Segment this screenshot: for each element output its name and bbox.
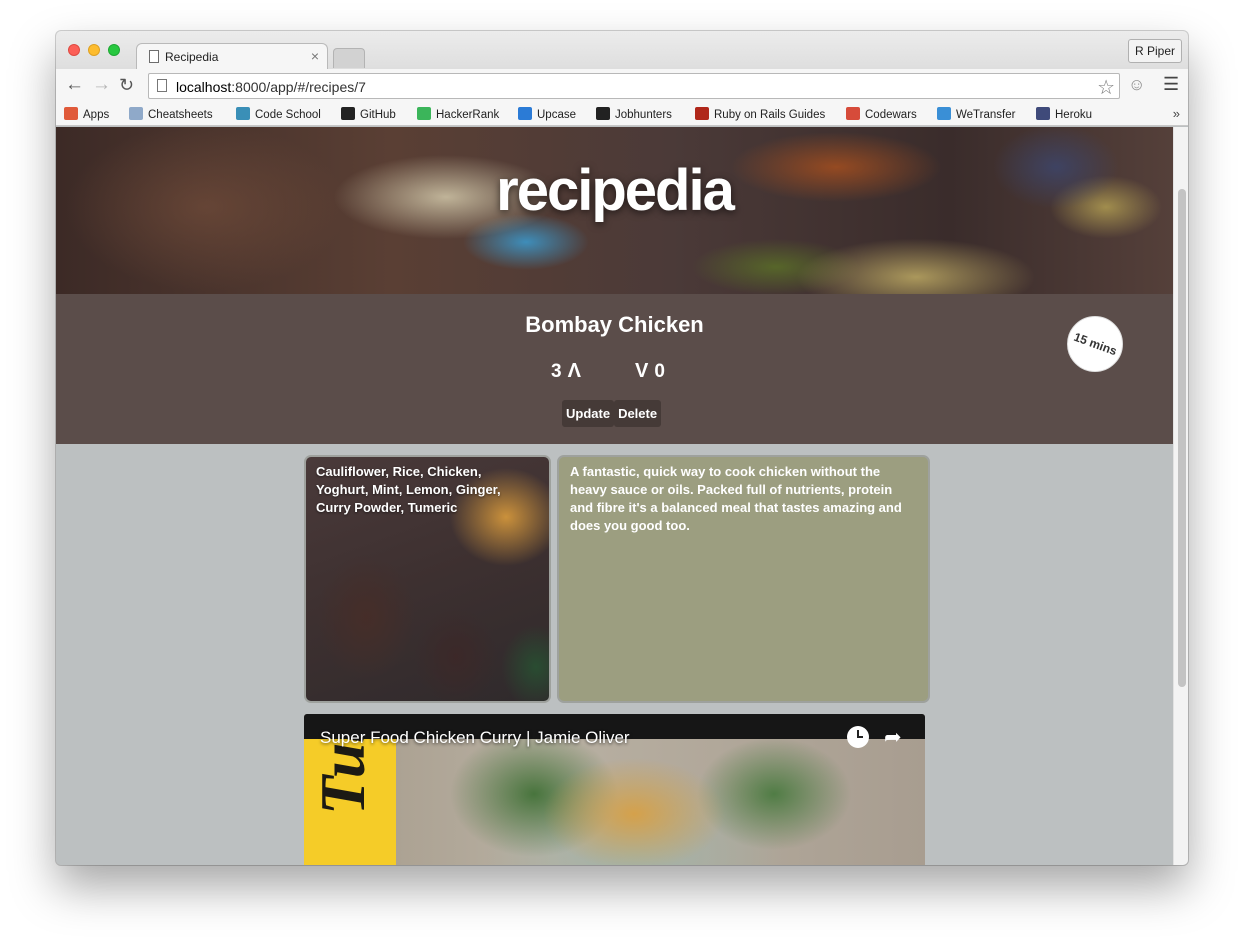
url-host: localhost bbox=[176, 79, 232, 95]
cook-time-badge: 15 mins bbox=[1067, 316, 1123, 372]
bookmark-label: Codewars bbox=[865, 109, 917, 121]
video-side-text: Tube bbox=[307, 739, 378, 815]
site-logo[interactable]: recipedia bbox=[56, 157, 1173, 224]
apps-grid-icon bbox=[64, 107, 78, 120]
bookmark-item[interactable]: Upcase bbox=[518, 107, 576, 122]
browser-toolbar: ← → ↻ localhost:8000/app/#/recipes/7 ☆ ☺… bbox=[56, 69, 1188, 103]
vertical-scrollbar[interactable] bbox=[1173, 127, 1188, 865]
new-tab-button[interactable] bbox=[333, 48, 365, 68]
bookmark-label: GitHub bbox=[360, 109, 396, 121]
code-school-icon bbox=[236, 107, 250, 120]
bookmark-item[interactable]: GitHub bbox=[341, 107, 396, 122]
cook-time-label: 15 mins bbox=[1071, 329, 1119, 359]
bookmark-item[interactable]: Apps bbox=[64, 107, 109, 122]
browser-tab[interactable]: Recipedia × bbox=[136, 43, 328, 70]
menu-icon[interactable]: ☰ bbox=[1163, 74, 1179, 95]
bookmark-label: Ruby on Rails Guides bbox=[714, 109, 826, 121]
upvote-group: 3Λ bbox=[551, 360, 581, 383]
ingredients-text: Cauliflower, Rice, Chicken, Yoghurt, Min… bbox=[316, 464, 501, 515]
bookmark-label: Apps bbox=[83, 109, 110, 121]
tab-strip: Recipedia × R Piper bbox=[56, 31, 1188, 70]
forward-arrow-icon[interactable]: → bbox=[92, 73, 111, 97]
window-close-button[interactable] bbox=[68, 44, 80, 56]
bookmark-item[interactable]: Ruby on Rails Guides bbox=[695, 107, 825, 122]
bookmark-item[interactable]: Codewars bbox=[846, 107, 917, 122]
description-text: A fantastic, quick way to cook chicken w… bbox=[570, 464, 902, 533]
bookmark-star-icon[interactable]: ☆ bbox=[1097, 75, 1115, 100]
extension-icon[interactable]: ☺ bbox=[1128, 75, 1145, 95]
update-button[interactable]: Update bbox=[562, 400, 615, 427]
bookmark-item[interactable]: Jobhunters bbox=[596, 107, 672, 122]
heroku-icon bbox=[1036, 107, 1050, 120]
bookmark-label: WeTransfer bbox=[956, 109, 1016, 121]
github-icon bbox=[596, 107, 610, 120]
bookmark-label: Code School bbox=[255, 109, 321, 121]
ingredients-card: Cauliflower, Rice, Chicken, Yoghurt, Min… bbox=[304, 455, 551, 703]
scrollbar-thumb[interactable] bbox=[1178, 189, 1186, 687]
video-title[interactable]: Super Food Chicken Curry | Jamie Oliver bbox=[320, 728, 630, 748]
video-side-banner: Tube bbox=[304, 739, 396, 865]
recipe-header: Bombay Chicken 3Λ V0 Update Delete 15 min… bbox=[56, 294, 1173, 444]
delete-button[interactable]: Delete bbox=[614, 400, 662, 427]
bookmarks-bar: Apps Cheatsheets Code School GitHub HackerRa… bbox=[56, 103, 1188, 126]
browser-window: Recipedia × R Piper ← → ↻ localhost:8000… bbox=[56, 31, 1188, 865]
recipe-actions: Update Delete bbox=[562, 400, 662, 427]
downvote-count: 0 bbox=[654, 361, 665, 382]
address-bar[interactable]: localhost:8000/app/#/recipes/7 ☆ bbox=[148, 73, 1120, 99]
codewars-icon bbox=[846, 107, 860, 120]
bookmark-label: Jobhunters bbox=[615, 109, 672, 121]
profile-button[interactable]: R Piper bbox=[1128, 39, 1182, 63]
bookmark-item[interactable]: WeTransfer bbox=[937, 107, 1015, 122]
upvote-chevron-icon[interactable]: Λ bbox=[568, 360, 581, 383]
page-viewport: recipedia Bombay Chicken 3Λ V0 Update Del… bbox=[56, 127, 1173, 865]
bookmark-label: Cheatsheets bbox=[148, 109, 213, 121]
upvote-count: 3 bbox=[551, 361, 562, 382]
url-text[interactable]: localhost:8000/app/#/recipes/7 bbox=[176, 79, 366, 95]
recipe-title: Bombay Chicken bbox=[525, 312, 704, 337]
share-arrow-icon[interactable]: ➦ bbox=[884, 725, 902, 750]
upcase-icon bbox=[518, 107, 532, 120]
watch-later-clock-icon[interactable] bbox=[847, 726, 869, 748]
reload-icon[interactable]: ↻ bbox=[119, 73, 134, 97]
bookmark-label: Heroku bbox=[1055, 109, 1093, 121]
bookmark-item[interactable]: Code School bbox=[236, 107, 321, 122]
downvote-group: V0 bbox=[635, 360, 665, 383]
github-icon bbox=[341, 107, 355, 120]
window-minimize-button[interactable] bbox=[88, 44, 100, 56]
hero-banner: recipedia bbox=[56, 127, 1173, 294]
page-icon bbox=[157, 79, 167, 92]
description-card: A fantastic, quick way to cook chicken w… bbox=[557, 455, 930, 703]
tab-title: Recipedia bbox=[165, 50, 219, 64]
url-path: :8000/app/#/recipes/7 bbox=[231, 79, 366, 95]
hackerrank-icon bbox=[417, 107, 431, 120]
tab-close-icon[interactable]: × bbox=[311, 48, 319, 64]
downvote-chevron-icon[interactable]: V bbox=[635, 360, 648, 383]
bookmarks-overflow-button[interactable]: » bbox=[1173, 106, 1180, 121]
wetransfer-icon bbox=[937, 107, 951, 120]
folder-icon bbox=[129, 107, 143, 120]
bookmark-label: HackerRank bbox=[436, 109, 500, 121]
video-embed[interactable]: Tube Super Food Chicken Curry | Jamie Ol… bbox=[304, 714, 925, 865]
back-arrow-icon[interactable]: ← bbox=[65, 73, 84, 97]
page-icon bbox=[149, 50, 159, 63]
rails-icon bbox=[695, 107, 709, 120]
bookmark-label: Upcase bbox=[537, 109, 576, 121]
bookmark-item[interactable]: Cheatsheets bbox=[129, 107, 213, 122]
bookmark-item[interactable]: HackerRank bbox=[417, 107, 499, 122]
bookmark-item[interactable]: Heroku bbox=[1036, 107, 1092, 122]
window-maximize-button[interactable] bbox=[108, 44, 120, 56]
